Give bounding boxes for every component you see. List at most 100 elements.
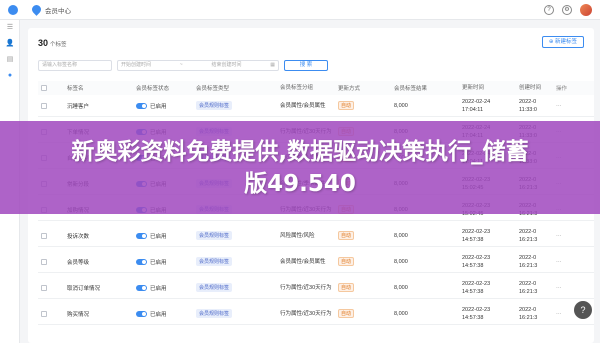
row-update-mode: 自动 <box>338 283 355 292</box>
row-status: 已启用 <box>150 233 167 240</box>
col-header-result: 会员标签结果 <box>394 86 428 92</box>
status-toggle[interactable] <box>136 102 147 109</box>
menu-icon[interactable]: ☰ <box>0 20 20 36</box>
tag-icon[interactable]: ● <box>0 68 20 84</box>
row-created-clock: 16:21:3 <box>519 288 538 295</box>
col-header-type: 会员标签类型 <box>196 86 230 92</box>
row-more-button[interactable]: ··· <box>556 259 576 265</box>
breadcrumb[interactable]: 会员中心 <box>45 5 71 15</box>
row-tag-name: 投诉次数 <box>67 233 90 240</box>
select-all-checkbox[interactable] <box>41 85 47 91</box>
row-more-button[interactable]: ··· <box>556 233 576 239</box>
tag-count: 30 个标签 <box>38 38 67 48</box>
col-header-group: 会员标签分组 <box>280 85 314 91</box>
col-header-actions: 操作 <box>556 86 568 92</box>
status-toggle[interactable] <box>136 232 147 239</box>
row-created-date: 2022-0 <box>519 306 537 313</box>
row-type-tag: 会员规则标签 <box>196 231 233 240</box>
row-created-date: 2022-0 <box>519 98 537 105</box>
top-bar: 会员中心 ? ⚙ <box>0 0 600 20</box>
col-header-status: 会员标签状态 <box>136 86 170 92</box>
row-type-tag: 会员规则标签 <box>196 283 233 292</box>
col-header-updated-time: 更新时间 <box>462 85 485 91</box>
table-header: 标签名 会员标签状态 会员标签类型 会员标签分组 更新方式 会员标签结果 更新时… <box>38 81 594 95</box>
row-checkbox[interactable] <box>41 102 47 109</box>
help-icon[interactable]: ? <box>544 4 554 15</box>
row-updated-clock: 14:57:38 <box>462 288 484 295</box>
row-updated-date: 2022-02-23 <box>462 254 491 261</box>
row-checkbox[interactable] <box>41 232 47 239</box>
row-created-clock: 16:21:3 <box>519 236 538 243</box>
row-result: 8,000 <box>394 284 408 291</box>
table-row: 会员等级 已启用 会员规则标签 会员属性/会员属性 自动 8,000 2022-02-23 1… <box>38 251 594 273</box>
new-tag-button[interactable]: ⊕ 新建标签 <box>541 36 584 48</box>
row-updated-clock: 14:57:38 <box>462 236 484 243</box>
row-update-mode: 自动 <box>338 257 355 266</box>
table-row: 购买情况 已启用 会员规则标签 行为属性/近30天行为 自动 8,000 2022-02-2… <box>38 303 594 325</box>
row-group: 会员属性/会员属性 <box>280 258 326 265</box>
row-more-button[interactable]: ··· <box>556 103 576 109</box>
row-status: 已启用 <box>150 285 167 292</box>
status-toggle[interactable] <box>136 310 147 317</box>
row-more-button[interactable]: ··· <box>556 285 576 291</box>
status-toggle[interactable] <box>136 258 147 265</box>
row-created-clock: 11:33:0 <box>519 106 537 113</box>
row-result: 8,000 <box>394 310 408 317</box>
user-icon[interactable]: 👤 <box>0 36 20 52</box>
row-result: 8,000 <box>394 102 408 109</box>
row-update-mode: 自动 <box>338 231 355 240</box>
brand-icon <box>30 3 43 16</box>
filter-bar: 请输入标签名称 开始创建时间 ~ 结束创建时间 ▦ 搜 索 <box>38 60 328 71</box>
row-checkbox[interactable] <box>41 284 47 291</box>
row-group: 会员属性/会员属性 <box>280 102 326 109</box>
search-button[interactable]: 搜 索 <box>284 60 328 71</box>
banner-line-2: 版49.540 <box>244 170 356 197</box>
row-status: 已启用 <box>150 103 167 110</box>
col-header-name: 标签名 <box>67 86 84 92</box>
tag-name-input[interactable]: 请输入标签名称 <box>38 60 112 71</box>
group-icon[interactable]: ▤ <box>0 52 20 68</box>
settings-icon[interactable]: ⚙ <box>562 4 572 15</box>
row-tag-name: 沉睡客户 <box>67 103 90 110</box>
row-updated-clock: 14:57:38 <box>462 314 484 321</box>
row-checkbox[interactable] <box>41 310 47 317</box>
row-checkbox[interactable] <box>41 258 47 265</box>
row-created-date: 2022-0 <box>519 280 537 287</box>
row-status: 已启用 <box>150 311 167 318</box>
row-group: 行为属性/近30天行为 <box>280 310 332 317</box>
row-type-tag: 会员规则标签 <box>196 257 233 266</box>
table-row: 投诉次数 已启用 会员规则标签 风险属性/风险 自动 8,000 2022-02-23 14:… <box>38 225 594 247</box>
row-update-mode: 自动 <box>338 309 355 318</box>
banner-line-1: 新奥彩资料免费提供,数据驱动决策执行_储蓄 <box>71 138 529 165</box>
row-created-clock: 16:21:3 <box>519 262 538 269</box>
status-toggle[interactable] <box>136 284 147 291</box>
col-header-created-time: 创建时间 <box>519 85 542 91</box>
row-updated-clock: 14:57:38 <box>462 262 484 269</box>
row-result: 8,000 <box>394 232 408 239</box>
help-fab[interactable]: ? <box>574 301 592 319</box>
col-header-update: 更新方式 <box>338 86 361 92</box>
row-more-button[interactable]: ··· <box>556 311 576 317</box>
row-type-tag: 会员规则标签 <box>196 309 233 318</box>
row-created-date: 2022-0 <box>519 254 537 261</box>
row-group: 行为属性/近30天行为 <box>280 284 332 291</box>
row-updated-date: 2022-02-23 <box>462 306 491 313</box>
calendar-icon: ▦ <box>270 62 275 68</box>
row-updated-clock: 17:04:11 <box>462 106 484 113</box>
table-row: 沉睡客户 已启用 会员规则标签 会员属性/会员属性 自动 8,000 2022-02-24 1… <box>38 95 594 117</box>
row-tag-name: 购买情况 <box>67 311 90 318</box>
row-updated-date: 2022-02-24 <box>462 98 491 105</box>
row-result: 8,000 <box>394 258 408 265</box>
avatar[interactable] <box>580 3 592 16</box>
row-status: 已启用 <box>150 259 167 266</box>
row-created-clock: 16:21:3 <box>519 314 538 321</box>
row-group: 风险属性/风险 <box>280 232 315 239</box>
row-type-tag: 会员规则标签 <box>196 101 233 110</box>
logo-icon <box>8 4 18 15</box>
overlay-banner: 新奥彩资料免费提供,数据驱动决策执行_储蓄 版49.540 <box>0 121 600 214</box>
row-created-date: 2022-0 <box>519 228 537 235</box>
row-tag-name: 会员等级 <box>67 259 90 266</box>
row-update-mode: 自动 <box>338 101 355 110</box>
date-range-input[interactable]: 开始创建时间 ~ 结束创建时间 ▦ <box>117 60 279 71</box>
table-row: 取消订单情况 已启用 会员规则标签 行为属性/近30天行为 自动 8,000 2022-02… <box>38 277 594 299</box>
